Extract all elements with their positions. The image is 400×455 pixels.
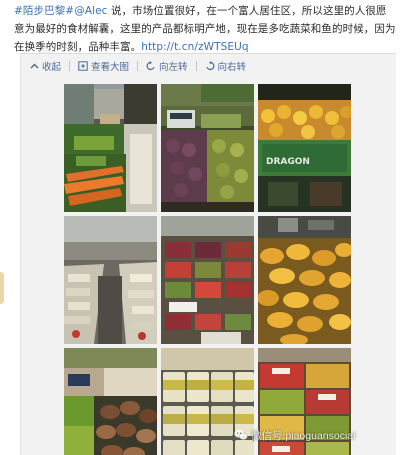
photo-yellow-fruit[interactable]: DRAGON (258, 84, 351, 212)
repost-arrow (38, 46, 52, 53)
toolbar-divider (195, 61, 197, 71)
yellow-fruit-photo: DRAGON (258, 84, 351, 212)
rotate-right-icon (205, 61, 214, 71)
fruit-and-scale-photo (161, 84, 254, 212)
watermark-text: 微信号:piaoguansocial (251, 429, 356, 442)
photo-grid: DRAGON (64, 84, 351, 455)
toolbar-divider (69, 61, 71, 71)
mention-link[interactable]: @Alec (74, 5, 107, 17)
view-large-label: 查看大图 (91, 62, 130, 73)
image-toolbar: 收起 查看大图 向左转 向右转 (30, 58, 246, 74)
short-url-link[interactable]: http://t.cn/zWTSEUq (141, 41, 248, 53)
vegetable-stall-photo (64, 84, 157, 212)
post-text: #陌步巴黎#@Alec 说，市场位置很好，在一个富人居住区，所以这里的人很愿意为… (14, 2, 396, 56)
photo-market-aisle[interactable] (64, 216, 157, 344)
view-large-button[interactable]: 查看大图 (78, 59, 129, 73)
mushroom-stall-photo (64, 348, 157, 455)
collapse-button[interactable]: 收起 (30, 59, 61, 73)
toolbar-divider (137, 61, 139, 71)
wechat-icon (234, 429, 248, 441)
collapse-label: 收起 (42, 62, 62, 73)
photo-fruit-scale[interactable] (161, 84, 254, 212)
chanterelle-mushrooms-photo (258, 216, 351, 344)
berry-boxes-photo (161, 216, 254, 344)
photo-mushroom-stall[interactable] (64, 348, 157, 455)
side-accent-tab (0, 272, 4, 304)
topic-link[interactable]: #陌步巴黎# (14, 5, 74, 17)
photo-vegetable-stall[interactable] (64, 84, 157, 212)
photo-mushrooms[interactable] (258, 216, 351, 344)
collapse-icon (30, 63, 39, 68)
magnify-icon (78, 61, 88, 71)
photo-berry-boxes[interactable] (161, 216, 254, 344)
rotate-right-label: 向右转 (217, 62, 247, 73)
mention-name: Alec (84, 5, 108, 17)
dragon-sign-text: DRAGON (266, 157, 310, 167)
rotate-left-icon (146, 61, 155, 71)
market-aisle-photo (64, 216, 157, 344)
rotate-right-button[interactable]: 向右转 (205, 59, 247, 73)
wechat-watermark: 微信号:piaoguansocial (234, 425, 355, 445)
rotate-left-button[interactable]: 向左转 (146, 59, 188, 73)
rotate-left-label: 向左转 (159, 62, 188, 73)
